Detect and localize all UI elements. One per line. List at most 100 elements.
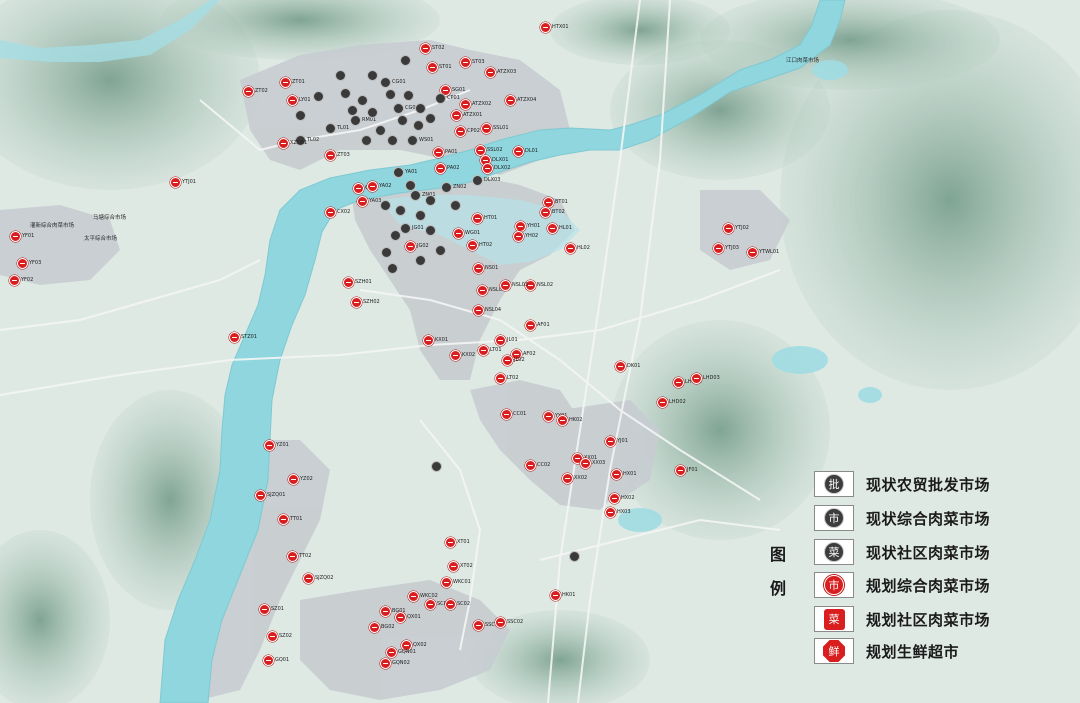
market-code-label-ytj01: YTJ01	[182, 179, 196, 185]
market-code-label-yh01: YH01	[527, 223, 541, 229]
existing-market-marker	[399, 54, 411, 66]
market-code-label-atzx03: ATZX03	[497, 69, 517, 75]
market-marker-jl01	[494, 334, 506, 346]
legend-item-planned-fresh-supermarket: 鲜 规划生鲜超市	[814, 637, 959, 665]
market-code-label-wg01: WG01	[465, 230, 481, 236]
market-marker-yy01	[542, 410, 554, 422]
market-code-label-dl01: DL01	[525, 148, 538, 154]
market-marker-yz01	[263, 439, 275, 451]
market-marker-rm01	[349, 114, 361, 126]
market-code-label-zt01: ZT01	[292, 79, 305, 85]
fresh-supermarket-icon: 鲜	[823, 640, 845, 662]
market-marker-sjzq01	[254, 489, 266, 501]
existing-market-marker	[389, 229, 401, 241]
market-code-label-atzx04: ATZX04	[517, 97, 537, 103]
market-code-label-hx02: HX02	[621, 495, 635, 501]
market-code-label-lhd03: LHD03	[703, 375, 720, 381]
market-marker-ytj01	[169, 176, 181, 188]
market-marker-jf01	[674, 464, 686, 476]
existing-market-marker	[424, 112, 436, 124]
market-marker-atzx03	[484, 66, 496, 78]
market-marker-stz01	[228, 331, 240, 343]
legend-label: 现状社区肉菜市场	[866, 543, 991, 562]
market-code-label-cc01: CC01	[513, 411, 527, 417]
market-marker-zt03	[324, 149, 336, 161]
market-code-label-dlx02: DLX02	[494, 165, 511, 171]
market-marker-ytwl01	[746, 246, 758, 258]
market-code-label-hk02: HK02	[569, 417, 583, 423]
market-code-label-bt02: BT02	[552, 209, 565, 215]
market-marker-zt01	[279, 76, 291, 88]
market-code-label-gq01: GQ01	[275, 657, 290, 663]
existing-market-marker	[312, 90, 324, 102]
existing-market-marker	[294, 109, 306, 121]
market-code-label-kx02: KX02	[462, 352, 476, 358]
market-marker-cc01	[500, 408, 512, 420]
market-marker-lhd03	[690, 372, 702, 384]
market-code-label-jf01: JF01	[687, 467, 698, 473]
market-code-label-yf01: YF01	[22, 233, 35, 239]
market-marker-zt02	[242, 85, 254, 97]
market-marker-cc02	[524, 459, 536, 471]
market-code-label-st03: ST03	[472, 59, 485, 65]
market-code-label-kx01: KX01	[435, 337, 449, 343]
market-code-label-yf02: YF02	[21, 277, 34, 283]
legend-label: 规划生鲜超市	[866, 642, 960, 661]
existing-market-marker	[414, 254, 426, 266]
existing-market-marker	[386, 262, 398, 274]
market-marker-sz02	[266, 630, 278, 642]
market-code-label-sjzq02: SJZQ02	[315, 575, 334, 581]
market-marker-wg01	[452, 227, 464, 239]
market-marker-atzx04	[504, 94, 516, 106]
existing-market-marker	[404, 179, 416, 191]
market-code-label-ws01: WS01	[419, 137, 434, 143]
existing-market-marker	[402, 89, 414, 101]
market-marker-xt02	[447, 560, 459, 572]
market-marker-xx02	[561, 472, 573, 484]
market-marker-gq01	[262, 654, 274, 666]
legend-label: 现状综合肉菜市场	[866, 509, 991, 528]
market-code-label-yz02: YZ02	[300, 476, 313, 482]
market-code-label-cp02: CP02	[467, 128, 480, 134]
market-code-label-bt01: BT01	[555, 199, 568, 205]
legend-symbol-box: 市	[814, 505, 854, 531]
legend-symbol-box: 菜	[814, 539, 854, 565]
market-code-label-ytj02: YTJ02	[735, 225, 749, 231]
market-code-label-qx01: QX01	[407, 614, 421, 620]
market-marker-yz02	[287, 473, 299, 485]
map-label-matang: 马塘综合市场	[93, 215, 127, 221]
market-marker-hk02	[556, 414, 568, 426]
market-marker-cp02	[454, 125, 466, 137]
market-code-label-szh02: SZH02	[363, 299, 380, 305]
market-marker-qx01	[394, 611, 406, 623]
market-marker-hl01	[546, 222, 558, 234]
market-marker-lt02	[494, 372, 506, 384]
existing-market-marker	[384, 88, 396, 100]
market-code-label-yf03: YF03	[29, 260, 42, 266]
market-code-label-hk01: HK01	[562, 592, 576, 598]
market-marker-xzq01	[277, 137, 289, 149]
market-marker-jg01	[399, 222, 411, 234]
market-marker-szh01	[342, 276, 354, 288]
legend-item-existing-community: 菜 现状社区肉菜市场	[814, 538, 990, 566]
market-code-label-jg02: JG02	[417, 243, 429, 249]
market-marker-kx02	[449, 349, 461, 361]
market-marker-nsl03	[499, 279, 511, 291]
market-marker-hx03	[604, 506, 616, 518]
existing-market-marker	[380, 246, 392, 258]
market-marker-cg01	[379, 76, 391, 88]
market-code-label-pa02: PA02	[447, 165, 460, 171]
market-code-label-xzq01: XZQ01	[290, 140, 308, 146]
market-code-label-xt01: XT01	[457, 539, 470, 545]
market-code-label-zt03: ZT03	[337, 152, 350, 158]
market-code-label-hx01: HX01	[623, 471, 637, 477]
market-marker-cx01	[352, 182, 364, 194]
market-code-label-qx02: QX02	[413, 642, 427, 648]
market-marker-zn02	[440, 181, 452, 193]
market-marker-st01	[426, 61, 438, 73]
market-code-label-tt02: TT02	[299, 553, 312, 559]
market-code-label-ssl01: SSL01	[493, 125, 509, 131]
market-marker-kx01	[422, 334, 434, 346]
market-code-label-jl01: JL01	[507, 337, 518, 343]
planned-community-market-icon: 菜	[823, 608, 845, 630]
